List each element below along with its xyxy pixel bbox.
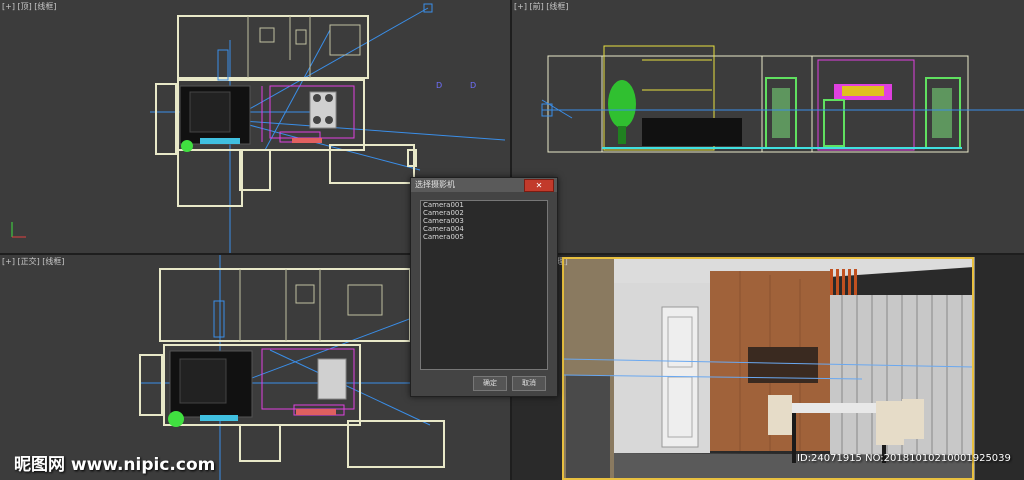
camera-list-item[interactable]: Camera004	[421, 225, 547, 233]
svg-text:D: D	[470, 81, 476, 90]
select-camera-dialog: 选择摄影机 ✕ Camera001 Camera002 Camera003 Ca…	[410, 177, 558, 397]
camera-list-item[interactable]: Camera001	[421, 201, 547, 209]
viewport-perspective[interactable]: [+] [明暗处理]	[512, 255, 1024, 480]
camera-list-item[interactable]: Camera005	[421, 233, 547, 241]
perspective-render	[561, 257, 975, 480]
viewport-top-label[interactable]: [+] [顶] [线框]	[2, 1, 57, 12]
viewport-front[interactable]: [+] [前] [线框]	[512, 0, 1024, 253]
front-view-drawing	[541, 45, 1024, 153]
camera-list[interactable]: Camera001 Camera002 Camera003 Camera004 …	[420, 200, 548, 370]
camera-list-item[interactable]: Camera003	[421, 217, 547, 225]
watermark-site: 昵图网 www.nipic.com	[14, 455, 216, 475]
cancel-button[interactable]: 取消	[512, 376, 546, 391]
svg-text:D: D	[436, 81, 442, 90]
camera-list-item[interactable]: Camera002	[421, 209, 547, 217]
dialog-title: 选择摄影机	[415, 180, 455, 189]
dialog-title-bar[interactable]: 选择摄影机 ✕	[411, 178, 557, 192]
viewport-orthographic-label[interactable]: [+] [正交] [线框]	[2, 256, 65, 267]
ok-button[interactable]: 确定	[473, 376, 507, 391]
watermark-id: ID:24071915 NO:20181010210001925039	[797, 453, 1011, 464]
viewport-front-label[interactable]: [+] [前] [线框]	[514, 1, 569, 12]
close-icon: ✕	[535, 181, 543, 190]
close-button[interactable]: ✕	[524, 179, 554, 192]
